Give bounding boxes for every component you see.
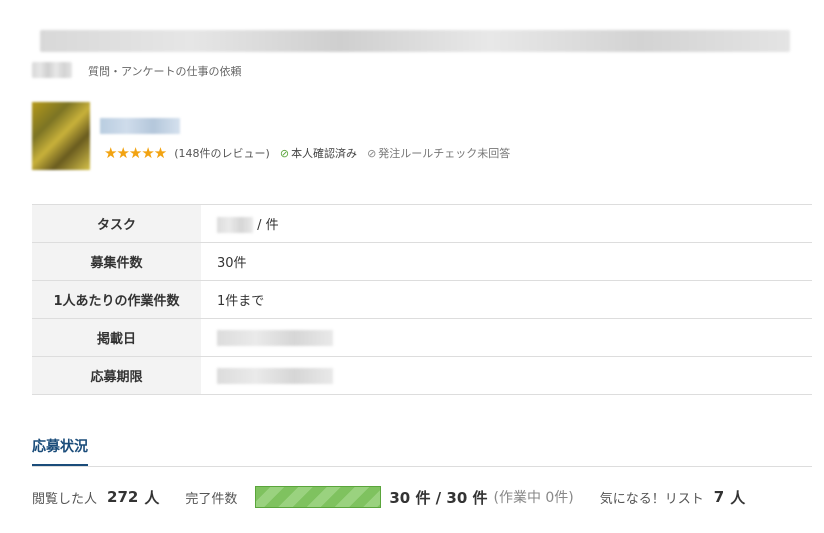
watchlist-count: 7 bbox=[713, 488, 725, 506]
check-circle-icon: ⊘ bbox=[367, 146, 377, 160]
table-row: 募集件数 30件 bbox=[32, 242, 812, 281]
watchlist-unit: 人 bbox=[730, 488, 746, 507]
row-label: 応募期限 bbox=[32, 356, 201, 395]
task-unit: / 件 bbox=[257, 217, 279, 233]
rating-stars: ★★★★★ bbox=[104, 144, 167, 162]
deadline-redacted bbox=[217, 367, 333, 384]
progress-fill bbox=[256, 487, 380, 507]
rule-check-label: 発注ルールチェック未回答 bbox=[378, 147, 511, 160]
completed-label: 完了件数 bbox=[185, 491, 238, 507]
row-label: 募集件数 bbox=[32, 242, 201, 281]
job-title-redacted bbox=[40, 30, 790, 52]
completed-count: 30 件 / 30 件 bbox=[389, 488, 488, 507]
row-label: 掲載日 bbox=[32, 318, 201, 357]
task-price-redacted bbox=[217, 217, 253, 234]
row-value bbox=[201, 357, 812, 395]
row-value: 30件 bbox=[217, 256, 247, 271]
row-value bbox=[201, 319, 812, 357]
row-value: / 件 bbox=[201, 205, 812, 243]
client-name-redacted[interactable] bbox=[100, 118, 180, 134]
review-count-link[interactable]: (148件のレビュー) bbox=[174, 145, 270, 161]
posted-date-redacted bbox=[217, 329, 333, 346]
table-row: 1人あたりの作業件数 1件まで bbox=[32, 280, 812, 319]
in-progress-count: (作業中 0件) bbox=[493, 490, 574, 506]
category-parent-redacted bbox=[32, 62, 72, 78]
row-value: 1件まで bbox=[217, 294, 265, 309]
row-label: タスク bbox=[32, 204, 201, 243]
client-avatar[interactable] bbox=[32, 102, 90, 170]
viewed-unit: 人 bbox=[144, 488, 160, 507]
application-status-heading: 応募状況 bbox=[32, 436, 88, 467]
identity-verified-label: 本人確認済み bbox=[291, 147, 358, 160]
job-details-table: タスク / 件 募集件数 30件 1人あたりの作業件数 1件まで 掲載日 応募期… bbox=[32, 204, 812, 395]
identity-verified-badge: ⊘ 本人確認済み bbox=[280, 145, 357, 161]
watchlist-label: 気になる！リスト bbox=[599, 491, 704, 507]
completion-progress-bar bbox=[255, 486, 382, 508]
table-row: タスク / 件 bbox=[32, 204, 812, 243]
check-circle-icon: ⊘ bbox=[279, 146, 290, 160]
row-label: 1人あたりの作業件数 bbox=[32, 280, 201, 319]
table-row: 応募期限 bbox=[32, 356, 812, 395]
table-row: 掲載日 bbox=[32, 318, 812, 357]
application-status-row: 閲覧した人 272 人 完了件数 30 件 / 30 件 (作業中 0件) 気に… bbox=[32, 486, 745, 508]
viewed-count: 272 bbox=[107, 488, 139, 506]
client-rating-row: ★★★★★ (148件のレビュー) ⊘ 本人確認済み ⊘ 発注ルールチェック未回… bbox=[104, 144, 510, 162]
viewed-label: 閲覧した人 bbox=[32, 491, 98, 507]
section-divider bbox=[32, 466, 812, 467]
rule-check-badge: ⊘ 発注ルールチェック未回答 bbox=[367, 145, 510, 161]
job-category[interactable]: 質問・アンケートの仕事の依頼 bbox=[88, 63, 242, 79]
